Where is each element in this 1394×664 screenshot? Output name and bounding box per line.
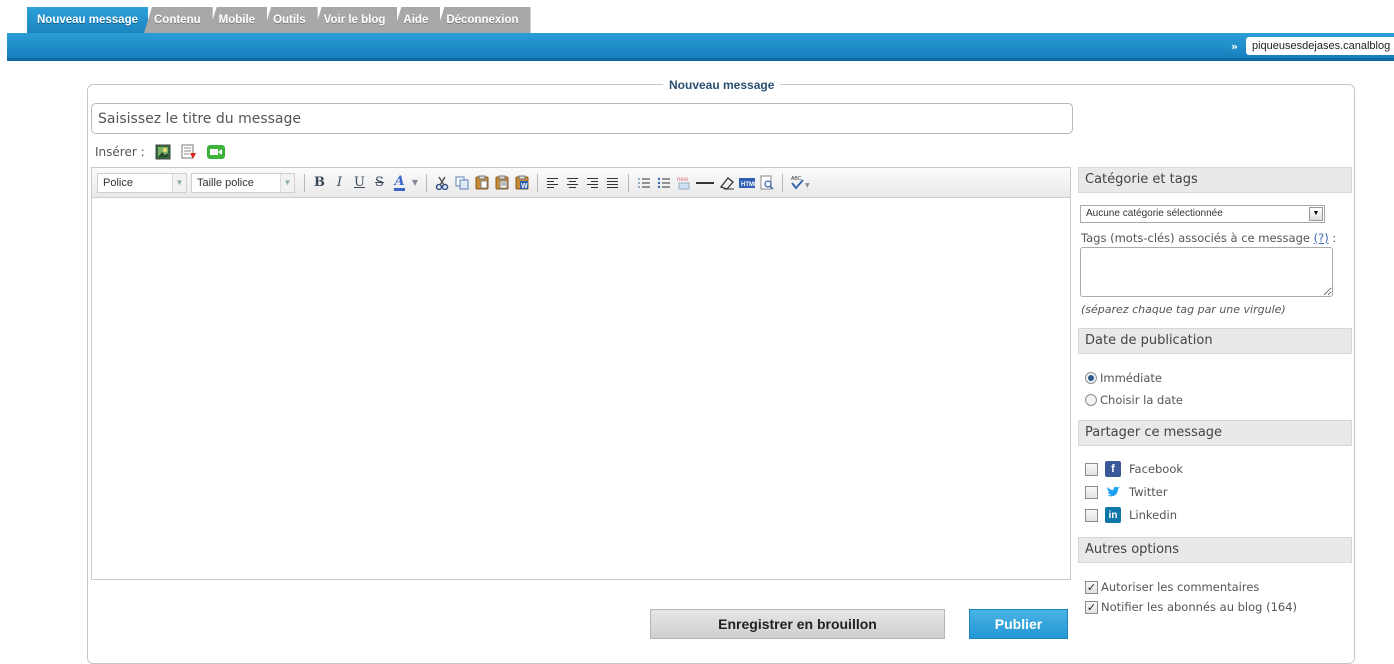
category-select[interactable]: Aucune catégorie sélectionnée ▼ [1080,205,1325,223]
linkedin-icon: in [1105,507,1121,523]
align-left-icon[interactable] [543,173,562,193]
editor-toolbar: Police ▼ Taille police ▼ B I U S A ▼ W n… [92,168,1070,198]
copy-icon[interactable] [452,173,471,193]
image-icon[interactable] [155,144,171,160]
bold-icon[interactable]: B [310,173,329,193]
share-linkedin[interactable]: in Linkedin [1085,507,1177,523]
radio-choose-date[interactable]: Choisir la date [1085,393,1183,407]
chevron-down-icon: ▼ [172,173,186,192]
radio-immediate-label: Immédiate [1100,371,1162,385]
facebook-label: Facebook [1129,462,1184,476]
category-select-value: Aucune catégorie sélectionnée [1086,208,1223,219]
strikethrough-icon[interactable]: S [370,173,389,193]
align-center-icon[interactable] [563,173,582,193]
tab-contenu[interactable]: Contenu [144,7,213,33]
twitter-label: Twitter [1129,485,1168,499]
toolbar-separator [537,173,538,192]
chevron-down-icon[interactable]: ▼ [410,173,420,193]
toolbar-separator [426,173,427,192]
notify-subscribers-label: Notifier les abonnés au blog (164) [1101,600,1298,614]
twitter-icon [1105,484,1121,500]
toolbar-separator [304,173,305,192]
font-size-select[interactable]: Taille police ▼ [191,172,295,193]
unordered-list-icon[interactable] [654,173,673,193]
site-selector[interactable]: » piqueusesdejases.canalblog [1231,37,1394,55]
paste-text-icon[interactable] [492,173,511,193]
italic-icon[interactable]: I [330,173,349,193]
editor-content-area[interactable] [92,199,1070,580]
svg-text:HTML: HTML [741,182,755,188]
linkedin-checkbox[interactable] [1085,508,1098,522]
eraser-icon[interactable] [717,173,736,193]
horizontal-rule-icon[interactable] [694,173,716,193]
fieldset-legend: Nouveau message [663,78,781,92]
toolbar-separator [782,173,783,192]
font-select-label: Police [103,176,133,189]
share-twitter[interactable]: Twitter [1085,484,1168,500]
rich-text-editor: Police ▼ Taille police ▼ B I U S A ▼ W n… [91,167,1071,580]
underline-icon[interactable]: U [350,173,369,193]
notify-subscribers-option[interactable]: ✓ Notifier les abonnés au blog (164) [1085,600,1297,614]
toolbar-separator [628,173,629,192]
video-icon[interactable] [206,144,225,160]
tags-label: Tags (mots-clés) associés à ce message [1081,231,1310,245]
top-navigation: Nouveau message Contenu Mobile Outils Vo… [0,0,1394,66]
tab-voir-le-blog[interactable]: Voir le blog [313,7,398,33]
chevron-down-icon: ▼ [1309,207,1323,221]
publication-date-heading: Date de publication [1078,328,1352,354]
tags-hint: (séparez chaque tag par une virgule) [1081,303,1286,316]
radio-button[interactable] [1085,372,1097,384]
facebook-checkbox[interactable] [1085,462,1098,476]
preview-icon[interactable] [757,173,776,193]
notify-subscribers-checkbox[interactable]: ✓ [1085,600,1098,614]
site-marker: » [1230,39,1238,53]
paste-word-icon[interactable]: W [512,173,531,193]
tab-outils[interactable]: Outils [263,7,318,33]
cut-icon[interactable] [432,173,451,193]
tags-label-colon: : [1328,231,1337,245]
nav-tabs: Nouveau message Contenu Mobile Outils Vo… [27,7,531,33]
share-facebook[interactable]: f Facebook [1085,461,1183,477]
tags-label-row: Tags (mots-clés) associés à ce message (… [1081,231,1336,245]
radio-button[interactable] [1085,394,1097,406]
site-name[interactable]: piqueusesdejases.canalblog [1246,37,1394,55]
font-select[interactable]: Police ▼ [97,172,187,193]
tags-help-link[interactable]: (?) [1314,231,1329,245]
document-icon[interactable] [181,144,197,160]
font-size-select-label: Taille police [197,176,254,189]
new-document-icon[interactable]: new [674,173,693,193]
svg-text:ABC: ABC [791,176,802,182]
justify-icon[interactable] [603,173,622,193]
blue-header-bar: » piqueusesdejases.canalblog [7,33,1394,61]
tab-deconnexion[interactable]: Déconnexion [436,7,531,33]
category-tags-heading: Catégorie et tags [1078,167,1352,193]
tags-textarea[interactable] [1080,247,1333,297]
svg-text:▼: ▼ [805,182,810,189]
html-source-icon[interactable]: HTML [737,173,756,193]
radio-immediate[interactable]: Immédiate [1085,371,1162,385]
svg-text:W: W [521,183,528,190]
tab-aide[interactable]: Aide [393,7,441,33]
tab-mobile[interactable]: Mobile [208,7,268,33]
insert-label: Insérer : [95,145,145,159]
ordered-list-icon[interactable] [634,173,653,193]
other-options-heading: Autres options [1078,537,1352,563]
linkedin-label: Linkedin [1129,508,1177,522]
align-right-icon[interactable] [583,173,602,193]
chevron-down-icon: ▼ [280,173,294,192]
text-color-icon[interactable]: A [390,173,409,193]
spellcheck-icon[interactable]: ABC ▼ [788,173,812,193]
tab-nouveau-message[interactable]: Nouveau message [27,7,148,33]
allow-comments-label: Autoriser les commentaires [1101,580,1260,594]
facebook-icon: f [1105,461,1121,477]
share-heading: Partager ce message [1078,420,1352,446]
allow-comments-option[interactable]: ✓ Autoriser les commentaires [1085,580,1259,594]
title-input[interactable] [91,103,1073,134]
insert-row: Insérer : [95,144,233,160]
svg-text:new: new [677,177,689,183]
twitter-checkbox[interactable] [1085,485,1098,499]
radio-choose-date-label: Choisir la date [1100,393,1183,407]
allow-comments-checkbox[interactable]: ✓ [1085,580,1098,594]
paste-icon[interactable] [472,173,491,193]
